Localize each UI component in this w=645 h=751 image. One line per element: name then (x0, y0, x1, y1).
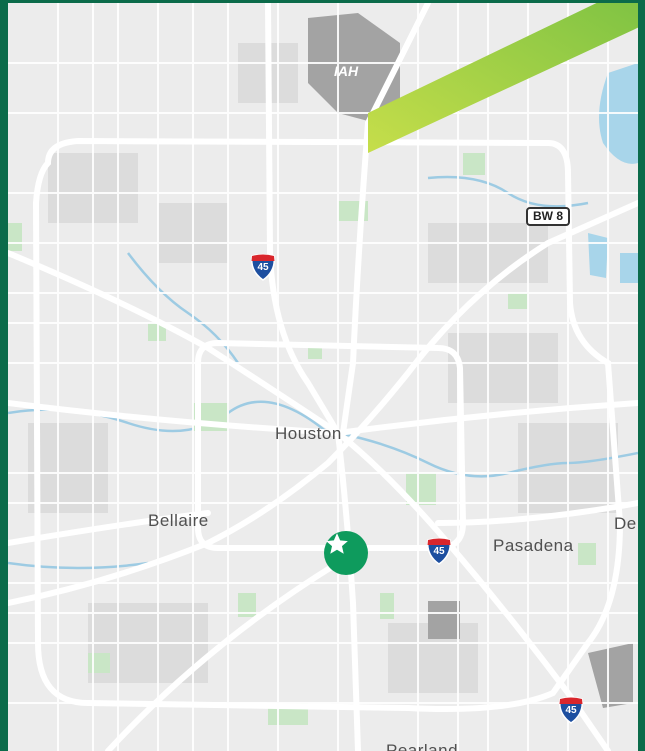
map-frame: IAH Houston Bellaire Pasadena De Pearlan… (0, 0, 645, 751)
beltway-8-shield: BW 8 (526, 207, 570, 226)
interstate-45-shield-southeast: 45 (426, 537, 452, 565)
city-label-bellaire: Bellaire (148, 511, 209, 530)
airfield-south (428, 601, 460, 639)
city-label-houston: Houston (275, 424, 342, 443)
city-label-pearland-partial: Pearland (386, 741, 459, 751)
interstate-45-shield-north: 45 (250, 253, 276, 281)
star-icon (326, 533, 348, 554)
map-canvas (8, 3, 638, 751)
shield-number: 45 (565, 705, 577, 716)
city-label-deer-park-partial: De (614, 514, 637, 533)
shield-number: 45 (257, 262, 269, 273)
city-label-pasadena: Pasadena (493, 536, 574, 555)
shield-number: 45 (433, 546, 445, 557)
houston-map[interactable]: IAH Houston Bellaire Pasadena De Pearlan… (8, 3, 638, 751)
location-marker[interactable] (324, 531, 368, 575)
airport-label: IAH (334, 63, 359, 79)
interstate-45-shield-south: 45 (558, 696, 584, 724)
